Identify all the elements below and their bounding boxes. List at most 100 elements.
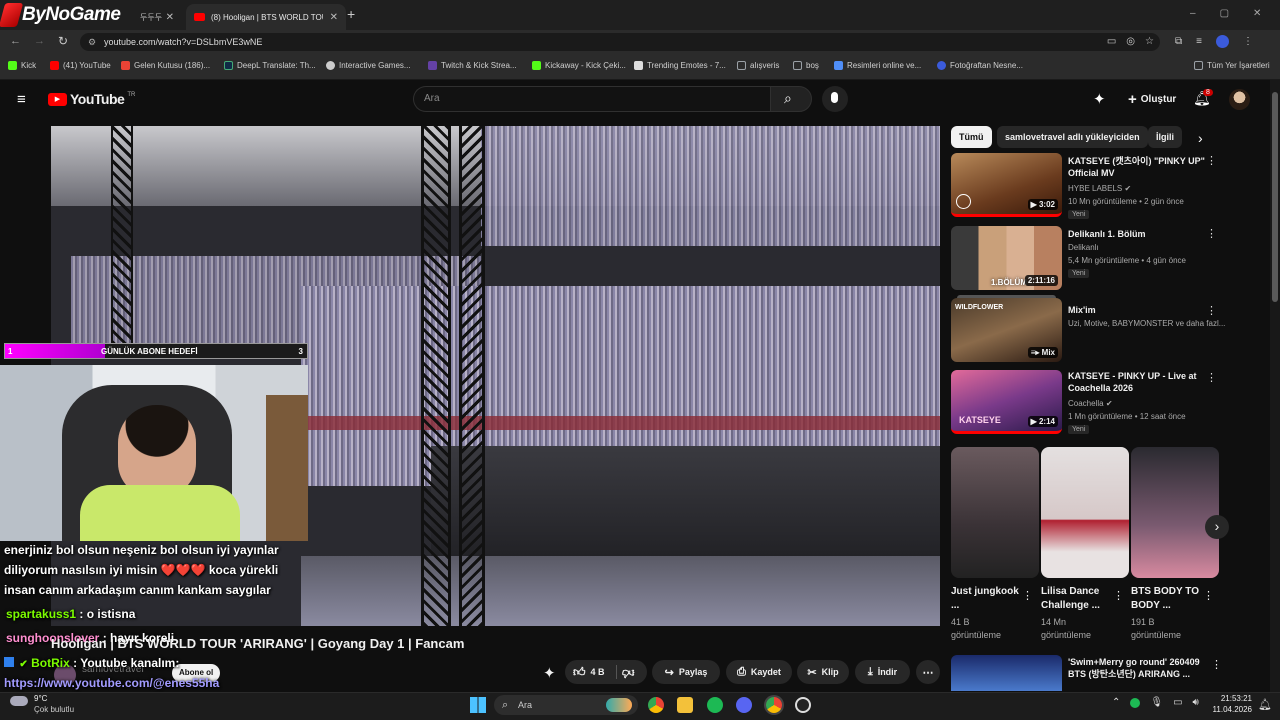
short-thumbnail[interactable]: [951, 447, 1039, 578]
taskbar-search[interactable]: ⌕ Ara: [494, 695, 638, 715]
video-title[interactable]: KATSEYE (캣츠아이) "PINKY UP" Official MV: [1068, 155, 1208, 179]
video-title[interactable]: Mix'im: [1068, 304, 1208, 316]
chrome-profile-icon[interactable]: [766, 697, 782, 713]
bookmark-deepl[interactable]: DeepL Translate: Th...: [224, 61, 316, 70]
file-explorer-icon[interactable]: [677, 697, 693, 713]
notifications-button[interactable]: 🔔︎ 8: [1193, 89, 1213, 108]
chips-next-icon[interactable]: ›: [1198, 130, 1203, 146]
tab-youtube-video[interactable]: (8) Hooligan | BTS WORLD TOUR ✕: [186, 4, 346, 30]
tab-close-icon[interactable]: ✕: [166, 12, 174, 23]
chrome-icon[interactable]: [648, 697, 664, 713]
discord-icon[interactable]: [736, 697, 752, 713]
bookmark-kickaway[interactable]: Kickaway - Kick Çeki...: [532, 61, 626, 70]
page-scrollbar[interactable]: [1270, 80, 1280, 692]
recommended-video-partial[interactable]: [951, 655, 1062, 691]
mix-thumbnail[interactable]: WILDFLOWER ≡▸ Mix: [951, 298, 1062, 362]
tray-network-icon[interactable]: ▭: [1173, 697, 1182, 708]
more-options-icon[interactable]: ⋮: [1022, 589, 1033, 602]
channel-name[interactable]: Coachella ✔: [1068, 399, 1113, 408]
url-bar[interactable]: ⚙ youtube.com/watch?v=DSLbmVE3wNE ▭ ◎ ☆: [80, 33, 1160, 51]
gemini-ai-icon[interactable]: ✦: [1093, 90, 1106, 108]
video-title[interactable]: KATSEYE - PINKY UP - Live at Coachella 2…: [1068, 370, 1208, 394]
recommended-mix[interactable]: WILDFLOWER ≡▸ Mix Mix'im Uzi, Motive, BA…: [951, 295, 1225, 364]
more-options-icon[interactable]: ⋮: [1206, 156, 1217, 167]
more-options-icon[interactable]: ⋮: [1211, 658, 1222, 671]
chip-related[interactable]: İlgili: [1148, 126, 1182, 148]
bookmark-folder-alisveris[interactable]: alışveris: [737, 61, 779, 70]
clip-button[interactable]: ✂ Klip: [797, 660, 849, 684]
start-windows-icon[interactable]: [470, 697, 486, 713]
forward-icon[interactable]: →: [34, 35, 45, 47]
chip-from-uploader[interactable]: samlovetravel adlı yükleyiciden: [997, 126, 1148, 148]
short-thumbnail[interactable]: [1131, 447, 1219, 578]
tray-chevron-icon[interactable]: ⌃: [1112, 697, 1120, 708]
eye-off-icon[interactable]: ◎: [1126, 33, 1135, 51]
more-options-icon[interactable]: ⋮: [1206, 373, 1217, 384]
short-title[interactable]: Lilisa Dance Challenge ...: [1041, 585, 1113, 613]
account-avatar[interactable]: [1229, 89, 1250, 110]
bookmark-star-icon[interactable]: ☆: [1145, 33, 1154, 51]
bookmark-games[interactable]: Interactive Games...: [326, 61, 411, 70]
recommended-video[interactable]: KATSEYE ▶ 2:14 KATSEYE - PINKY UP - Live…: [951, 370, 1221, 436]
more-options-icon[interactable]: ⋮: [1206, 229, 1217, 240]
more-options-icon[interactable]: ⋮: [1206, 306, 1217, 317]
like-button[interactable]: 👍︎ 4 B: [573, 665, 605, 680]
extensions-icon[interactable]: ⧉: [1175, 36, 1182, 47]
recommended-video[interactable]: ▶ 3:02 KATSEYE (캣츠아이) "PINKY UP" Officia…: [951, 153, 1221, 219]
new-tab-button[interactable]: +: [347, 6, 355, 22]
search-button[interactable]: ⌕: [770, 86, 812, 112]
site-info-icon[interactable]: ⚙: [88, 33, 96, 51]
shorts-next-button[interactable]: ›: [1205, 515, 1229, 539]
more-options-icon[interactable]: ⋮: [1203, 589, 1214, 602]
video-title[interactable]: 'Swim+Merry go round' 260409 BTS (방탄소년단)…: [1068, 656, 1208, 680]
minimize-button[interactable]: –: [1190, 8, 1196, 19]
reload-icon[interactable]: ↻: [58, 34, 68, 48]
notification-center-icon[interactable]: 🔔︎: [1258, 698, 1272, 711]
search-input[interactable]: Ara: [413, 86, 770, 112]
bookmark-youtube[interactable]: (41) YouTube: [50, 61, 111, 70]
video-title[interactable]: Delikanlı 1. Bölüm: [1068, 228, 1208, 240]
bookmark-kick[interactable]: Kick: [8, 61, 36, 70]
clock[interactable]: 21:53:21 11.04.2026: [1210, 694, 1252, 714]
bookmark-folder-bos[interactable]: boş: [793, 61, 819, 70]
ask-ai-icon[interactable]: ✦: [543, 664, 556, 682]
scrollbar-thumb[interactable]: [1272, 92, 1278, 302]
obs-icon[interactable]: [795, 697, 811, 713]
dislike-button[interactable]: 👍︎: [622, 665, 635, 680]
video-thumbnail[interactable]: ▶ 3:02: [951, 153, 1062, 217]
media-controls-icon[interactable]: ≡: [1196, 36, 1202, 47]
chip-all[interactable]: Tümü: [951, 126, 992, 148]
cast-icon[interactable]: ▭: [1107, 33, 1116, 51]
tab-1[interactable]: 두두두 ✕: [132, 4, 182, 30]
maximize-button[interactable]: ▢: [1220, 8, 1229, 19]
short-title[interactable]: BTS BODY TO BODY ...: [1131, 585, 1203, 613]
bookmark-fotograftan[interactable]: Fotoğraftan Nesne...: [937, 61, 1023, 70]
tray-spotify-icon[interactable]: [1130, 697, 1141, 708]
short-title[interactable]: Just jungkook ...: [951, 585, 1023, 613]
bookmark-twitch-kick[interactable]: Twitch & Kick Strea...: [428, 61, 517, 70]
bookmark-all[interactable]: Tüm Yer İşaretleri: [1194, 61, 1270, 70]
profile-avatar-icon[interactable]: [1215, 35, 1229, 48]
channel-name[interactable]: HYBE LABELS ✔: [1068, 184, 1131, 193]
video-thumbnail[interactable]: KATSEYE ▶ 2:14: [951, 370, 1062, 434]
create-button[interactable]: + Oluştur: [1118, 88, 1186, 110]
voice-search-button[interactable]: [822, 86, 848, 112]
spotify-icon[interactable]: [707, 697, 723, 713]
video-thumbnail[interactable]: 1.BÖLÜM 2:11:16: [951, 226, 1062, 290]
bookmark-resimleri[interactable]: Resimleri online ve...: [834, 61, 921, 70]
more-menu-icon[interactable]: ⋮: [1243, 36, 1253, 47]
hamburger-menu-icon[interactable]: ≡: [17, 91, 26, 108]
bookmark-gmail[interactable]: Gelen Kutusu (186)...: [121, 61, 210, 70]
tab-close-icon[interactable]: ✕: [330, 12, 338, 23]
tray-volume-icon[interactable]: 🔊︎: [1193, 697, 1199, 708]
recommended-video[interactable]: 1.BÖLÜM 2:11:16 Delikanlı 1. Bölüm Delik…: [951, 226, 1221, 292]
tray-mic-icon[interactable]: 🎙︎: [1150, 697, 1163, 708]
save-button[interactable]: ⎙ Kaydet: [726, 660, 792, 684]
more-actions-button[interactable]: ⋯: [916, 660, 940, 684]
youtube-logo[interactable]: ▶ YouTube TR: [48, 91, 135, 107]
share-button[interactable]: ↪ Paylaş: [652, 660, 720, 684]
close-window-button[interactable]: ✕: [1253, 8, 1261, 19]
more-options-icon[interactable]: ⋮: [1113, 589, 1124, 602]
short-thumbnail[interactable]: [1041, 447, 1129, 578]
bookmark-7tv[interactable]: Trending Emotes - 7...: [634, 61, 726, 70]
